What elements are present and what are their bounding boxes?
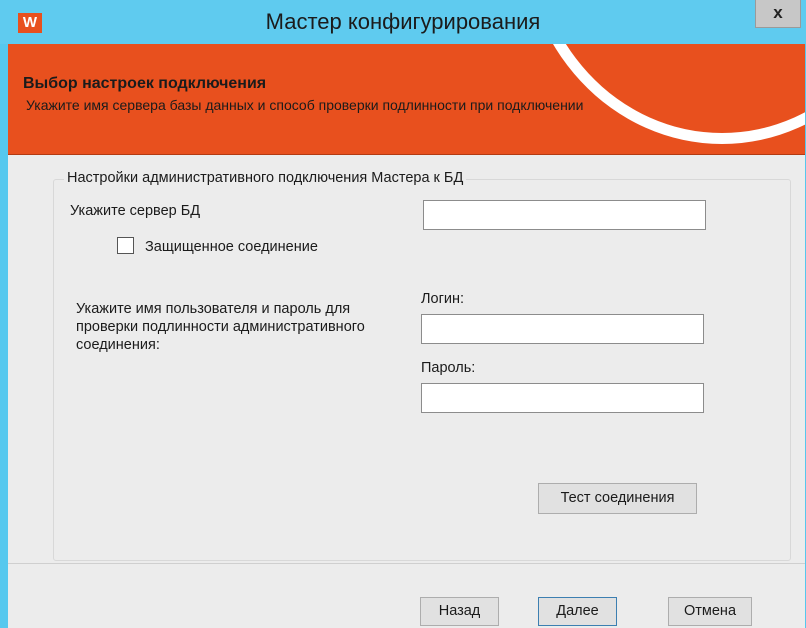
title-bar[interactable]: W Мастер конфигурирования x xyxy=(0,0,806,44)
wizard-body: Настройки административного подключения … xyxy=(8,155,805,563)
password-input[interactable] xyxy=(421,383,704,413)
login-input[interactable] xyxy=(421,314,704,344)
step-title: Выбор настроек подключения xyxy=(23,75,267,92)
wizard-footer: Назад Далее Отмена xyxy=(8,564,805,628)
group-legend: Настройки административного подключения … xyxy=(64,170,467,186)
server-label-text: Укажите сервер БД xyxy=(70,203,201,219)
window-title: Мастер конфигурирования xyxy=(265,9,541,34)
wizard-header-banner: Выбор настроек подключения Укажите имя с… xyxy=(8,44,805,155)
server-label: Укажите сервер БД xyxy=(70,202,200,220)
auth-description: Укажите имя пользователя и пароль для пр… xyxy=(76,301,365,353)
password-label: Пароль: xyxy=(421,360,476,376)
secure-connection-checkbox[interactable] xyxy=(117,237,134,254)
secure-connection-label[interactable]: Защищенное соединение xyxy=(145,238,318,256)
cancel-button[interactable]: Отмена xyxy=(668,597,752,626)
test-connection-button[interactable]: Тест соединения xyxy=(538,483,697,514)
next-button[interactable]: Далее xyxy=(538,597,617,626)
step-description: Укажите имя сервера базы данных и способ… xyxy=(26,97,584,113)
configuration-wizard-window: W Мастер конфигурирования x Выбор настро… xyxy=(0,0,806,628)
login-label: Логин: xyxy=(421,291,465,307)
server-input[interactable] xyxy=(423,200,706,230)
back-button[interactable]: Назад xyxy=(420,597,499,626)
header-decor-arc xyxy=(522,44,805,144)
close-button[interactable]: x xyxy=(755,0,801,28)
